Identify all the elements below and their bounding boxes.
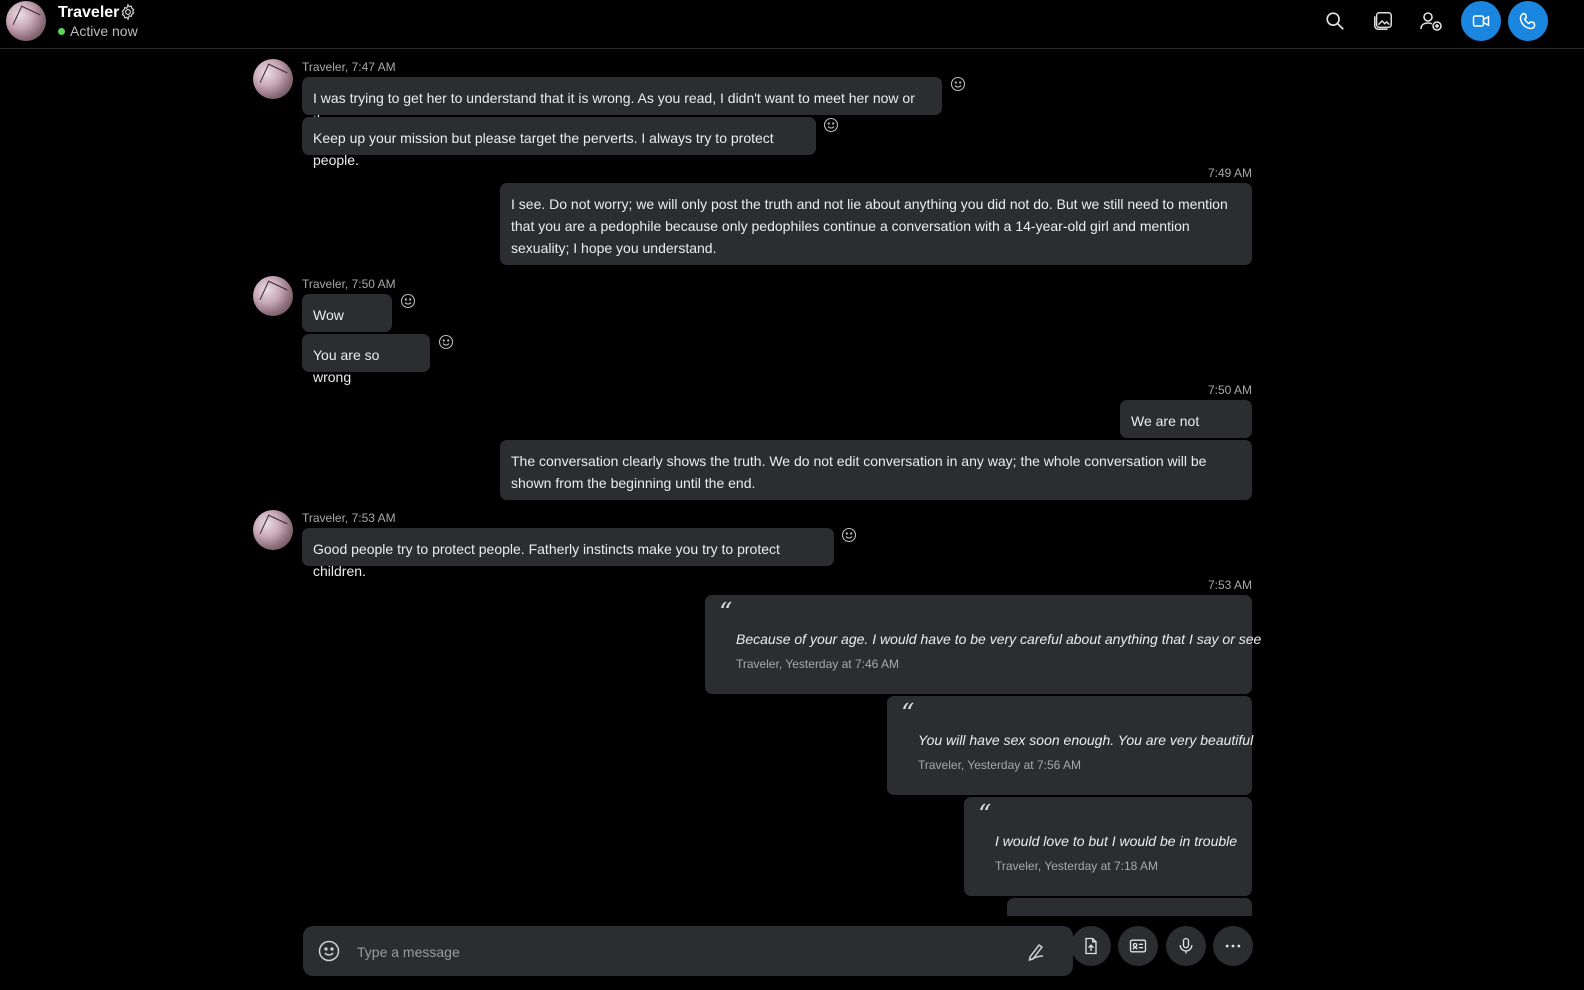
video-call-button[interactable] bbox=[1461, 1, 1501, 41]
online-dot bbox=[58, 27, 65, 35]
message-meta: Traveler, 7:50 AM bbox=[302, 277, 396, 291]
message-list[interactable]: Traveler, 7:47 AM I was trying to get he… bbox=[0, 50, 1584, 916]
message-time: 7:50 AM bbox=[1207, 383, 1252, 397]
incoming-message[interactable]: Wow bbox=[302, 294, 392, 332]
message-meta: Traveler, 7:53 AM bbox=[302, 511, 396, 525]
outgoing-message[interactable]: We are not wrong. bbox=[1120, 400, 1252, 451]
contact-card-icon bbox=[1129, 939, 1147, 953]
chat-header: Traveler Active now bbox=[0, 0, 1584, 49]
outgoing-message[interactable]: I see. Do not worry; we will only post t… bbox=[500, 183, 1252, 265]
sender-avatar[interactable] bbox=[253, 510, 293, 550]
smiley-react-icon[interactable] bbox=[841, 527, 857, 543]
quote-mark-icon: “ bbox=[719, 598, 733, 628]
smiley-react-icon[interactable] bbox=[400, 293, 416, 309]
message-time: 7:53 AM bbox=[1207, 578, 1252, 592]
emoji-icon[interactable] bbox=[317, 939, 341, 963]
incoming-message[interactable]: Good people try to protect people. Fathe… bbox=[302, 528, 834, 579]
sender-avatar[interactable] bbox=[253, 276, 293, 316]
message-input[interactable] bbox=[355, 926, 1009, 978]
outgoing-message[interactable]: The conversation clearly shows the truth… bbox=[500, 440, 1252, 500]
incoming-message[interactable]: You are so wrong bbox=[302, 334, 430, 385]
quoted-message[interactable]: “ Because of your age. I would have to b… bbox=[705, 595, 1262, 694]
sender-avatar[interactable] bbox=[253, 59, 293, 99]
gallery-button[interactable] bbox=[1370, 8, 1396, 34]
file-icon bbox=[1085, 937, 1097, 955]
contact-name[interactable]: Traveler bbox=[58, 4, 119, 22]
quoted-message[interactable]: “ You will have sex soon enough. You are… bbox=[887, 696, 1254, 795]
incoming-message[interactable]: I was trying to get her to understand th… bbox=[302, 77, 942, 128]
audio-call-icon bbox=[1519, 12, 1536, 30]
quote-author: Traveler, Yesterday at 7:18 AM bbox=[995, 859, 1158, 873]
smiley-react-icon[interactable] bbox=[438, 334, 454, 350]
quoted-message[interactable]: “ I would love to but I would be in trou… bbox=[964, 797, 1252, 896]
search-button[interactable] bbox=[1322, 8, 1348, 34]
quote-author: Traveler, Yesterday at 7:56 AM bbox=[918, 758, 1081, 772]
microphone-icon bbox=[1179, 937, 1193, 954]
incoming-message[interactable]: Keep up your mission but please target t… bbox=[302, 117, 816, 168]
status-text: Active now bbox=[70, 23, 138, 39]
smiley-react-icon[interactable] bbox=[823, 117, 839, 133]
contact-avatar[interactable] bbox=[6, 1, 46, 41]
send-contact-button[interactable] bbox=[1118, 926, 1158, 966]
message-time: 7:49 AM bbox=[1207, 166, 1252, 180]
more-icon bbox=[1225, 944, 1241, 948]
audio-call-button[interactable] bbox=[1508, 1, 1548, 41]
quote-text: I would love to but I would be in troubl… bbox=[995, 833, 1238, 849]
add-participant-button[interactable] bbox=[1418, 8, 1444, 34]
more-options-button[interactable] bbox=[1213, 926, 1253, 966]
quote-text: You will have sex soon enough. You are v… bbox=[918, 732, 1254, 748]
presence-status: Active now bbox=[58, 23, 138, 39]
quote-mark-icon: “ bbox=[978, 800, 992, 830]
gallery-icon bbox=[1374, 12, 1392, 30]
message-composer bbox=[303, 926, 1073, 978]
quoted-message-partial[interactable] bbox=[1007, 898, 1252, 916]
smiley-react-icon[interactable] bbox=[950, 76, 966, 92]
message-meta: Traveler, 7:47 AM bbox=[302, 60, 396, 74]
add-person-icon bbox=[1420, 12, 1442, 31]
quote-text: Because of your age. I would have to be … bbox=[736, 631, 1262, 647]
video-call-icon bbox=[1472, 15, 1490, 27]
quote-mark-icon: “ bbox=[901, 699, 915, 729]
quote-author: Traveler, Yesterday at 7:46 AM bbox=[736, 657, 899, 671]
gear-icon[interactable] bbox=[119, 3, 137, 21]
record-audio-button[interactable] bbox=[1166, 926, 1206, 966]
send-file-button[interactable] bbox=[1071, 926, 1111, 966]
pen-icon[interactable] bbox=[1025, 939, 1049, 963]
search-icon bbox=[1326, 12, 1344, 30]
